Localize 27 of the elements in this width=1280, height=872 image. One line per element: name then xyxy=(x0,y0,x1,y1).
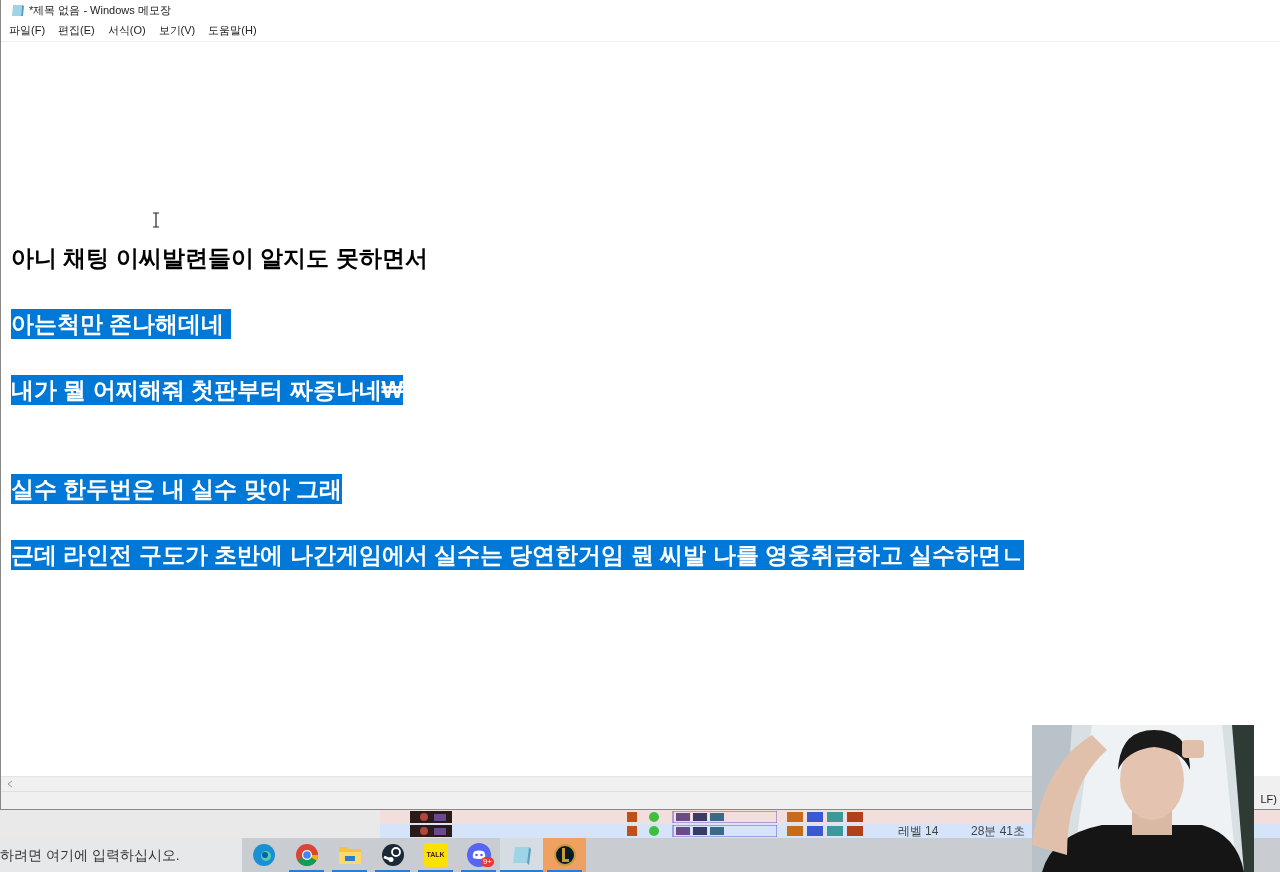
text-area[interactable]: 아니 채팅 이씨발련들이 알지도 못하면서 아는척만 존나해데네 내가 뭘 어찌해줘 첫판부터 짜증나네₩ 실수 한두번은 내 실수 맞아 그래 근데 라인전 구도가 초반에 나간게임에서 실수는 당연한거임 뭔 씨발 나를 영웅취급하고 실수하면ㄴ xyxy=(1,42,1280,776)
notepad-icon xyxy=(11,3,25,17)
menu-item[interactable]: 보기(V) xyxy=(158,22,196,39)
menu-item[interactable]: 파일(F) xyxy=(9,22,46,39)
discord-icon xyxy=(466,843,491,867)
notepad-icon xyxy=(510,844,533,866)
notification-badge: 9+ xyxy=(480,857,494,867)
menu-item[interactable]: 도움말(H) xyxy=(208,22,257,39)
window-title: *제목 없음 - Windows 메모장 xyxy=(29,2,171,18)
taskbar-app-button[interactable] xyxy=(543,838,586,872)
text-cursor-icon xyxy=(152,212,160,228)
menu-item[interactable]: 서식(O) xyxy=(107,22,146,39)
folder-icon xyxy=(337,844,362,866)
search-field[interactable]: 하려면 여기에 입력하십시오. xyxy=(0,838,242,872)
table-cell-text: 레벨 14 xyxy=(896,825,940,837)
search-placeholder: 하려면 여기에 입력하십시오. xyxy=(0,845,180,865)
table-cell-text: 28분 41초 xyxy=(970,825,1026,837)
horizontal-scrollbar[interactable] xyxy=(1,776,1032,791)
status-text: LF) xyxy=(1260,791,1277,807)
chrome-icon xyxy=(294,843,319,867)
steam-icon xyxy=(380,843,405,867)
league-icon xyxy=(552,843,577,867)
taskbar-app-button[interactable]: 9+ xyxy=(457,838,500,872)
text-line: 아니 채팅 이씨발련들이 알지도 못하면서 xyxy=(11,243,428,273)
menu-item[interactable]: 편집(E) xyxy=(58,22,95,39)
edge-icon xyxy=(251,843,276,867)
scroll-left-icon[interactable] xyxy=(7,780,13,788)
